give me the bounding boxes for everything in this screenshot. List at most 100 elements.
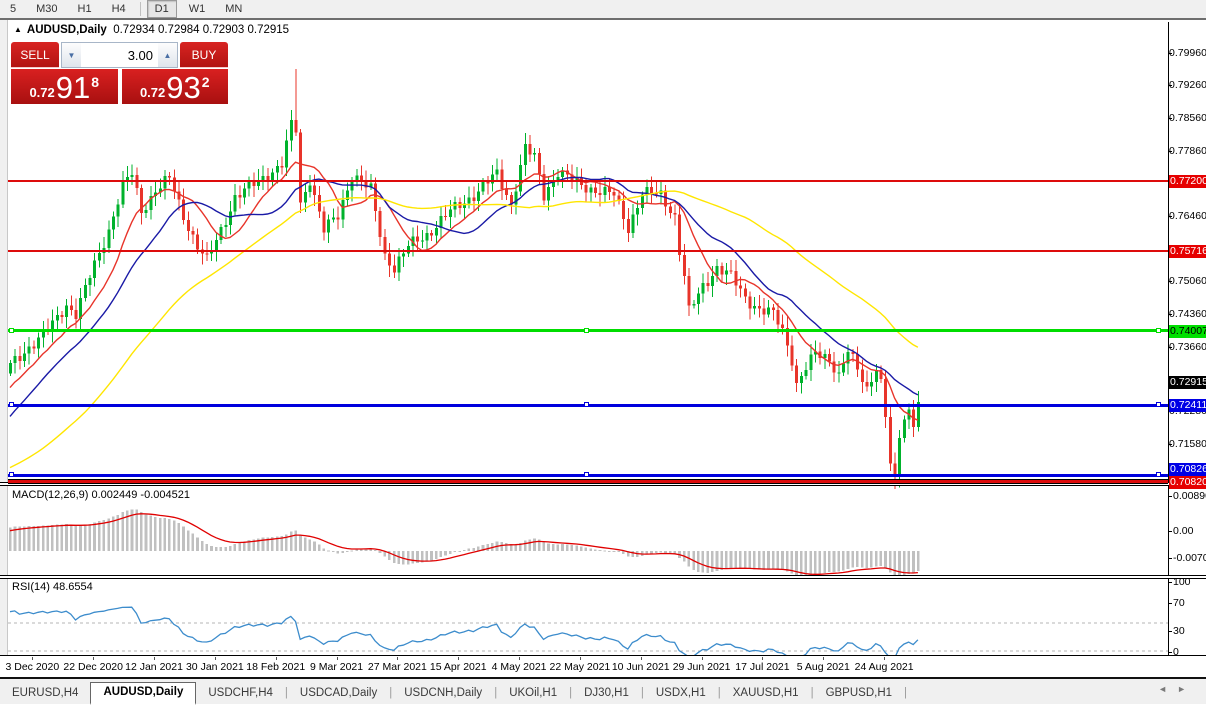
date-tick-mark [93,657,95,660]
price-tick-label: 0.77860 [1169,145,1206,157]
chart-window: ▲ AUDUSD,Daily 0.72934 0.72984 0.72903 0.… [0,20,1206,677]
chart-tab-dj30[interactable]: DJ30,H1 [572,683,641,704]
line-handle[interactable] [584,328,589,333]
date-tick-mark [884,657,886,660]
line-handle[interactable] [584,402,589,407]
date-axis[interactable]: 3 Dec 2020 22 Dec 2020 12 Jan 2021 30 Jan 2… [0,657,1206,677]
volume-stepper: ▼ ▲ [61,42,178,68]
tab-scroll-right-icon[interactable]: ► [1177,684,1196,694]
date-label: 15 Apr 2021 [429,661,487,673]
date-tick-mark [275,657,277,660]
volume-increase-button[interactable]: ▲ [158,43,177,67]
line-handle[interactable] [9,402,14,407]
price-chart[interactable] [8,42,1168,504]
date-label: 4 May 2021 [491,661,547,673]
sell-price-button[interactable]: 0.72 91 8 [11,69,118,104]
buy-price-button[interactable]: 0.72 93 2 [121,69,228,105]
chart-tab-bar: EURUSD,H4 AUDUSD,Daily USDCHF,H4 | USDCAD,Da… [0,677,1206,705]
date-tick-mark [336,657,338,660]
horizontal-level-line[interactable] [8,180,1168,182]
price-tick-label: 0.71580 [1169,438,1206,450]
sell-button[interactable]: SELL [11,42,59,68]
rsi-tick-mark [1168,652,1172,653]
horizontal-level-line[interactable] [8,250,1168,252]
line-handle[interactable] [584,472,589,477]
rsi-tick-mark [1168,582,1172,583]
chart-tab-audusd[interactable]: AUDUSD,Daily [90,682,197,705]
date-tick-mark [519,657,521,660]
price-level-chip: 0.77200 [1169,175,1206,188]
chart-tab-gbpusd[interactable]: GBPUSD,H1 [814,683,904,704]
date-tick-mark [762,657,764,660]
line-handle[interactable] [1156,328,1161,333]
current-price-chip: 0.72915 [1169,376,1206,389]
macd-label: MACD(12,26,9) 0.002449 -0.004521 [12,489,190,501]
price-tick-label: 0.75060 [1169,275,1206,287]
price-tick-label: 0.79260 [1169,79,1206,91]
date-tick-mark [579,657,581,660]
buy-price-pip: 2 [201,74,210,90]
chart-ohlc-values: 0.72934 0.72984 0.72903 0.72915 [113,24,290,36]
sell-price-prefix: 0.72 [29,85,55,100]
volume-input[interactable] [81,43,158,67]
price-level-chip: 0.75716 [1169,245,1206,258]
chart-tab-eurusd[interactable]: EURUSD,H4 [0,683,90,704]
date-tick-mark [823,657,825,660]
date-label: 17 Jul 2021 [735,661,790,673]
sell-price-main: 91 [55,70,91,105]
price-tick-label: 0.73660 [1169,341,1206,353]
chart-tab-ukoil[interactable]: UKOil,H1 [497,683,569,704]
macd-tick-mark [1168,558,1172,559]
rsi-tick-label: 30 [1173,625,1185,637]
price-level-chip: 0.72411 [1169,399,1206,412]
date-label: 22 May 2021 [549,661,611,673]
rsi-label: RSI(14) 48.6554 [12,581,93,593]
price-level-chip: 0.74007 [1169,325,1206,338]
date-label: 22 Dec 2020 [63,661,123,673]
timeframe-button-h4[interactable]: H4 [104,0,134,18]
price-tick-label: 0.79960 [1169,47,1206,59]
timeframe-button-h1[interactable]: H1 [70,0,100,18]
collapse-icon[interactable]: ▲ [14,25,22,34]
chart-tab-xauusd[interactable]: XAUUSD,H1 [721,683,811,704]
date-tick-mark [397,657,399,660]
price-tick-label: 0.74360 [1169,308,1206,320]
date-tick-mark [640,657,642,660]
timeframe-button-d1[interactable]: D1 [146,0,177,18]
horizontal-level-line[interactable] [8,479,1168,484]
macd-tick-label: 0.00 [1173,525,1194,537]
chart-symbol-period: AUDUSD,Daily [26,24,107,36]
timeframe-button-mn[interactable]: MN [217,0,250,18]
date-label: 3 Dec 2020 [5,661,60,673]
panel-separator[interactable] [0,575,1206,579]
date-tick-mark [458,657,460,660]
buy-button[interactable]: BUY [180,42,228,68]
one-click-trade-widget: SELL ▼ ▲ BUY 0.72 91 8 0.72 93 2 [11,42,228,104]
volume-decrease-button[interactable]: ▼ [62,43,81,67]
timeframe-button-m30[interactable]: M30 [28,0,65,18]
rsi-tick-label: 100 [1173,576,1191,588]
line-handle[interactable] [9,328,14,333]
macd-tick-mark [1168,496,1172,497]
line-handle[interactable] [9,472,14,477]
timeframe-button-5[interactable]: 5 [2,0,24,18]
date-label: 27 Mar 2021 [367,661,427,673]
tab-scroll-arrows: ◄► [1158,684,1196,694]
chart-tab-usdcad[interactable]: USDCAD,Daily [288,683,389,704]
chart-tab-usdcnh[interactable]: USDCNH,Daily [392,683,494,704]
date-label: 29 Jun 2021 [672,661,731,673]
line-handle[interactable] [1156,472,1161,477]
date-tick-mark [214,657,216,660]
date-tick-mark [32,657,34,660]
timeframe-button-w1[interactable]: W1 [181,0,214,18]
date-label: 30 Jan 2021 [185,661,244,673]
price-tick-label: 0.78560 [1169,112,1206,124]
tab-separator: | [904,687,908,699]
chart-tab-usdchf[interactable]: USDCHF,H4 [196,683,285,704]
tab-scroll-left-icon[interactable]: ◄ [1158,684,1177,694]
line-handle[interactable] [1156,402,1161,407]
chart-tab-usdx[interactable]: USDX,H1 [644,683,718,704]
buy-price-main: 93 [166,70,201,105]
price-level-chip: 0.70826 [1169,463,1206,476]
macd-indicator-chart[interactable] [8,507,1168,595]
